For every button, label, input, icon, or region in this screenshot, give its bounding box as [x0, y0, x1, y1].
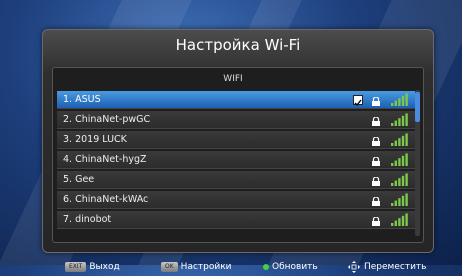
scrollbar[interactable] — [415, 90, 420, 236]
lock-icon — [371, 95, 381, 106]
wifi-network-row[interactable]: 2. ChinaNet-pwGC — [57, 111, 415, 129]
lock-icon — [371, 135, 381, 146]
wifi-network-list: 1. ASUS 2. ChinaNet-pwGC 3. 2019 LUCK 4. Ch… — [57, 91, 415, 231]
wifi-signal-icon — [391, 173, 409, 186]
wifi-signal-icon — [391, 93, 409, 106]
lock-icon — [371, 155, 381, 166]
scrollbar-thumb[interactable] — [415, 92, 420, 122]
network-name: 3. 2019 LUCK — [63, 134, 127, 145]
refresh-hint[interactable]: Обновить — [263, 258, 318, 276]
ok-key-icon: OK — [161, 262, 178, 272]
exit-key-icon: EXIT — [65, 262, 87, 272]
wifi-signal-icon — [391, 133, 409, 146]
wifi-network-row[interactable]: 3. 2019 LUCK — [57, 131, 415, 149]
refresh-label: Обновить — [272, 262, 318, 272]
move-hint[interactable]: Переместить — [347, 258, 426, 276]
move-label: Переместить — [364, 262, 427, 272]
settings-label: Настройки — [180, 262, 232, 272]
lock-icon — [371, 195, 381, 206]
footer-hints: EXIT Выход OK Настройки Обновить Перемес… — [43, 258, 433, 276]
lock-icon — [371, 175, 381, 186]
network-name: 7. dinobot — [63, 214, 112, 225]
wifi-network-row[interactable]: 7. dinobot — [57, 211, 415, 229]
wifi-signal-icon — [391, 193, 409, 206]
settings-hint[interactable]: OK Настройки — [161, 258, 232, 276]
exit-label: Выход — [89, 262, 120, 272]
wifi-network-row[interactable]: 5. Gee — [57, 171, 415, 189]
lock-icon — [371, 115, 381, 126]
list-header: WIFI — [223, 74, 243, 84]
exit-hint[interactable]: EXIT Выход — [65, 258, 120, 276]
wifi-signal-icon — [391, 113, 409, 126]
network-name: 5. Gee — [63, 174, 95, 185]
lock-icon — [371, 215, 381, 226]
wifi-network-row[interactable]: 4. ChinaNet-hygZ — [57, 151, 415, 169]
dpad-arrows-icon — [348, 261, 360, 273]
dialog-title: Настройка Wi-Fi — [175, 36, 301, 54]
wifi-settings-dialog: Настройка Wi-Fi WIFI 1. ASUS 2. ChinaNet-… — [42, 29, 434, 273]
wifi-signal-icon — [391, 213, 409, 226]
wifi-network-row[interactable]: 1. ASUS — [57, 91, 415, 109]
wifi-list-panel: WIFI 1. ASUS 2. ChinaNet-pwGC 3. 2019 LUCK… — [52, 67, 424, 243]
wifi-signal-icon — [391, 153, 409, 166]
network-name: 4. ChinaNet-hygZ — [63, 154, 147, 165]
connected-check-icon — [353, 95, 363, 107]
network-name: 6. ChinaNet-kWAc — [63, 194, 149, 205]
network-name: 2. ChinaNet-pwGC — [63, 114, 151, 125]
network-name: 1. ASUS — [63, 94, 101, 105]
wifi-network-row[interactable]: 6. ChinaNet-kWAc — [57, 191, 415, 209]
